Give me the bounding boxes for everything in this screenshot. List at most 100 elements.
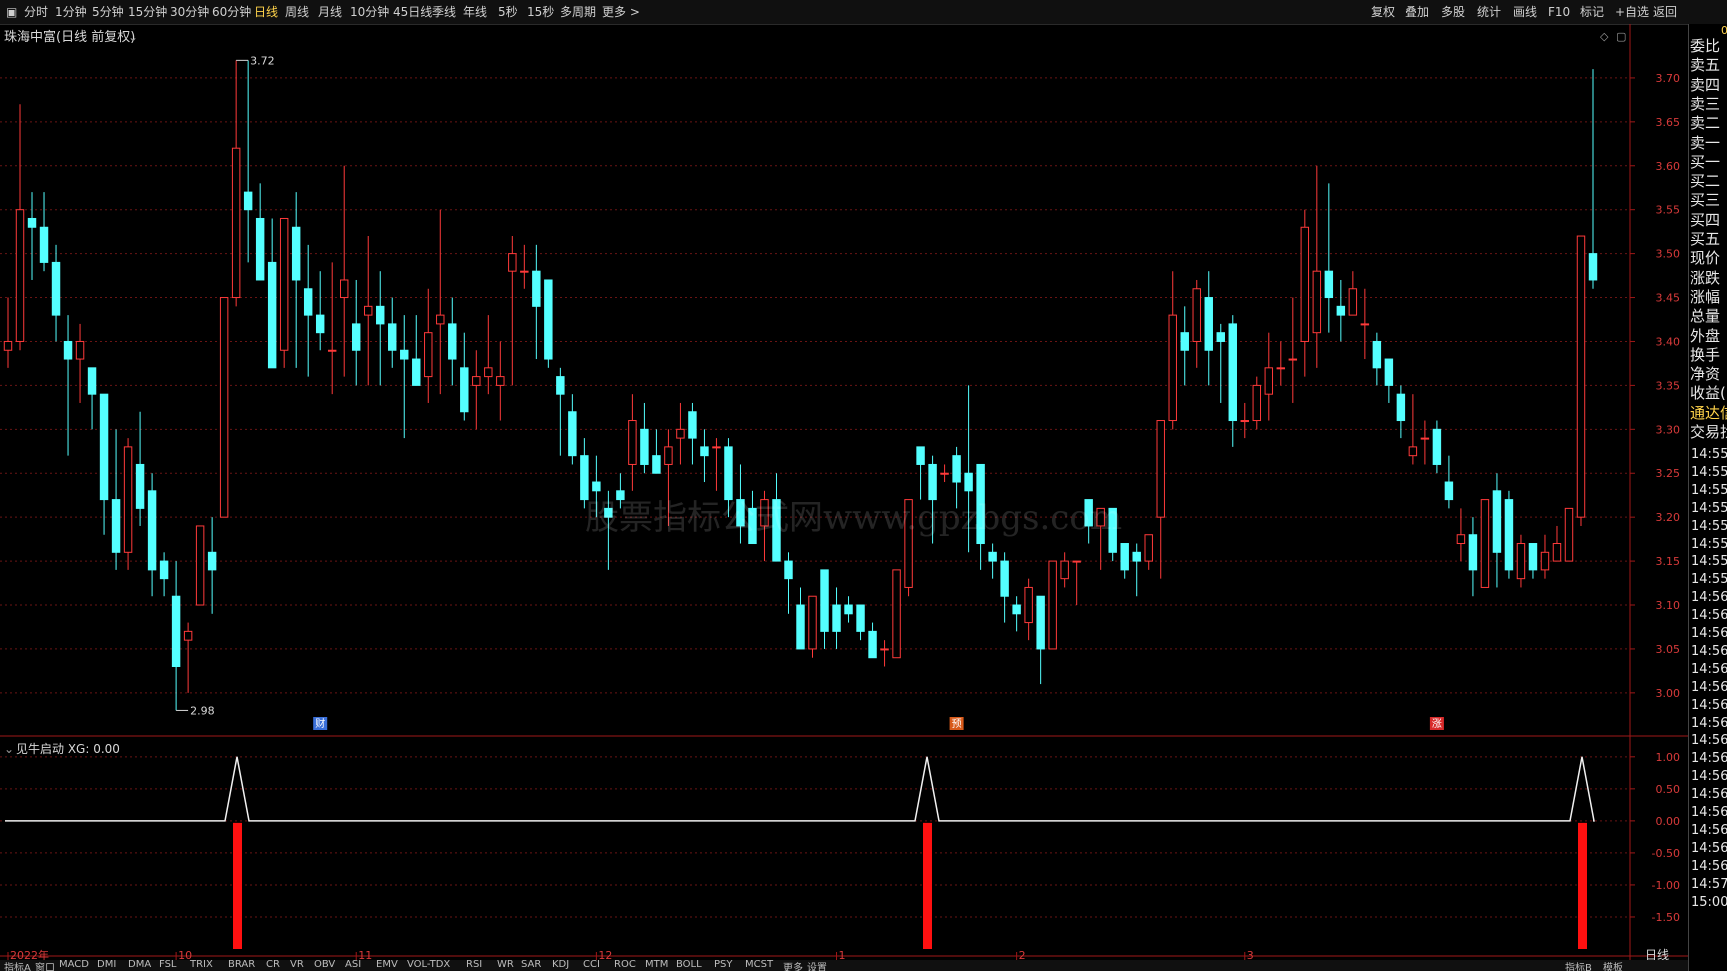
candle <box>1252 376 1262 430</box>
candle <box>508 236 517 386</box>
tick-time-22: 14:56 <box>1691 840 1727 856</box>
period-tab-16[interactable]: 更多 > <box>602 4 640 20</box>
tick-time-0: 14:55 <box>1691 447 1727 462</box>
panel-top-value: 0 <box>1689 24 1727 38</box>
period-tab-15[interactable]: 多周期 <box>560 4 596 20</box>
candle <box>1168 271 1177 430</box>
indicator-tab-6[interactable]: TRIX <box>190 960 213 970</box>
candle <box>1144 534 1153 570</box>
indicator-tab-18[interactable]: CCI <box>583 960 600 970</box>
ytick-label: 3.10 <box>1656 599 1681 612</box>
indicator-tab-11[interactable]: ASI <box>345 960 361 970</box>
quote-side-panel: 0 委比卖五卖四卖三卖二卖一买一买二买三买四买五现价涨跌涨幅总量外盘换手净资收益… <box>1688 24 1727 971</box>
layout-icon[interactable]: ▣ <box>6 4 17 20</box>
indicator-tab-25[interactable]: 设置 <box>807 960 827 971</box>
toolbar-button-5[interactable]: F10 <box>1548 4 1570 20</box>
period-tag: 日线 <box>1645 948 1669 960</box>
indicator-tab-3[interactable]: DMI <box>97 960 116 970</box>
candle <box>520 244 529 289</box>
candle-body <box>63 340 73 360</box>
indicator-tab-20[interactable]: MTM <box>645 960 668 970</box>
period-tab-8[interactable]: 月线 <box>318 4 342 20</box>
indicator-tab-19[interactable]: ROC <box>614 960 636 970</box>
toolbar-button-6[interactable]: 标记 <box>1580 4 1604 20</box>
candle-body <box>916 446 925 465</box>
candle-body <box>243 191 253 211</box>
indicator-tab-1[interactable]: 窗口 <box>35 960 55 971</box>
period-tab-2[interactable]: 5分钟 <box>92 4 124 20</box>
toolbar-button-2[interactable]: 多股 <box>1441 4 1465 20</box>
toolbar-button-7[interactable]: +自选 <box>1615 4 1649 20</box>
toolbar-button-3[interactable]: 统计 <box>1477 4 1501 20</box>
period-tab-14[interactable]: 15秒 <box>527 4 554 20</box>
candle-body <box>159 560 169 580</box>
period-tab-7[interactable]: 周线 <box>285 4 309 20</box>
indicator-tab-0[interactable]: 指标A <box>4 960 31 971</box>
candle <box>940 464 949 483</box>
candle <box>796 587 805 650</box>
period-tab-12[interactable]: 年线 <box>463 4 487 20</box>
toolbar-button-1[interactable]: 叠加 <box>1405 4 1429 20</box>
period-tab-4[interactable]: 30分钟 <box>170 4 209 20</box>
candle <box>267 218 277 369</box>
candle <box>1504 490 1514 579</box>
indicator-right-tab-1[interactable]: 模板 <box>1603 960 1623 971</box>
indicator-tab-9[interactable]: VR <box>290 960 304 970</box>
indicator-tab-17[interactable]: KDJ <box>552 960 569 970</box>
period-tab-10[interactable]: 45日线 <box>393 4 432 20</box>
period-tab-5[interactable]: 60分钟 <box>212 4 251 20</box>
candle <box>303 244 313 377</box>
indicator-tab-13[interactable]: VOL-TDX <box>407 960 450 970</box>
tick-time-18: 14:56 <box>1691 769 1727 785</box>
indicator-tab-23[interactable]: MCST <box>745 960 773 970</box>
candle <box>1300 209 1310 377</box>
indicator-tab-22[interactable]: PSY <box>714 960 733 970</box>
indicator-tab-5[interactable]: FSL <box>159 960 177 970</box>
period-tab-13[interactable]: 5秒 <box>498 4 518 20</box>
candle <box>207 517 217 614</box>
indicator-tab-14[interactable]: RSI <box>466 960 482 970</box>
indicator-tab-16[interactable]: SAR <box>521 960 541 970</box>
period-tab-11[interactable]: 季线 <box>432 4 456 20</box>
candle-body <box>123 446 133 553</box>
period-tab-6[interactable]: 日线 <box>254 4 278 20</box>
candle <box>219 297 229 518</box>
indicator-right-tab-0[interactable]: 指标B <box>1565 960 1592 971</box>
signal-bar <box>233 822 242 949</box>
candle-body <box>1564 507 1574 562</box>
indicator-tab-7[interactable]: BRAR <box>228 960 255 970</box>
indicator-tab-4[interactable]: DMA <box>128 960 151 970</box>
period-tab-3[interactable]: 15分钟 <box>128 4 167 20</box>
indicator-tab-24[interactable]: 更多 <box>783 960 803 971</box>
candle-body <box>291 226 301 281</box>
candle-body <box>1408 446 1418 457</box>
candle <box>676 402 685 465</box>
quote-field-2: 卖四 <box>1690 75 1721 94</box>
toolbar-button-4[interactable]: 画线 <box>1513 4 1537 20</box>
candle <box>880 640 889 667</box>
period-tab-9[interactable]: 10分钟 <box>350 4 389 20</box>
indicator-tab-15[interactable]: WR <box>497 960 514 970</box>
indicator-tab-2[interactable]: MACD <box>59 960 89 970</box>
toolbar-button-0[interactable]: 复权 <box>1371 4 1395 20</box>
candle-body <box>279 217 289 351</box>
indicator-tab-8[interactable]: CR <box>266 960 280 970</box>
tick-time-7: 14:55 <box>1691 572 1727 588</box>
tick-time-11: 14:56 <box>1691 643 1727 659</box>
xtick-label: 10 <box>178 949 192 960</box>
candle <box>1468 517 1478 597</box>
period-tab-1[interactable]: 1分钟 <box>55 4 87 20</box>
candle-body <box>988 551 997 562</box>
tick-time-23: 14:56 <box>1691 858 1727 874</box>
candle <box>51 244 61 342</box>
indicator-tab-12[interactable]: EMV <box>376 960 398 970</box>
indicator-tab-10[interactable]: OBV <box>314 960 335 970</box>
toolbar-button-8[interactable]: 返回 <box>1653 4 1677 20</box>
candle-body <box>1216 332 1225 342</box>
tick-time-25: 15:00 <box>1691 894 1727 910</box>
period-tab-0[interactable]: 分时 <box>24 4 48 20</box>
indicator-tab-21[interactable]: BOLL <box>676 960 702 970</box>
ytick-label: 3.35 <box>1656 379 1681 392</box>
candle-body <box>784 560 793 580</box>
candle-body <box>315 314 325 334</box>
